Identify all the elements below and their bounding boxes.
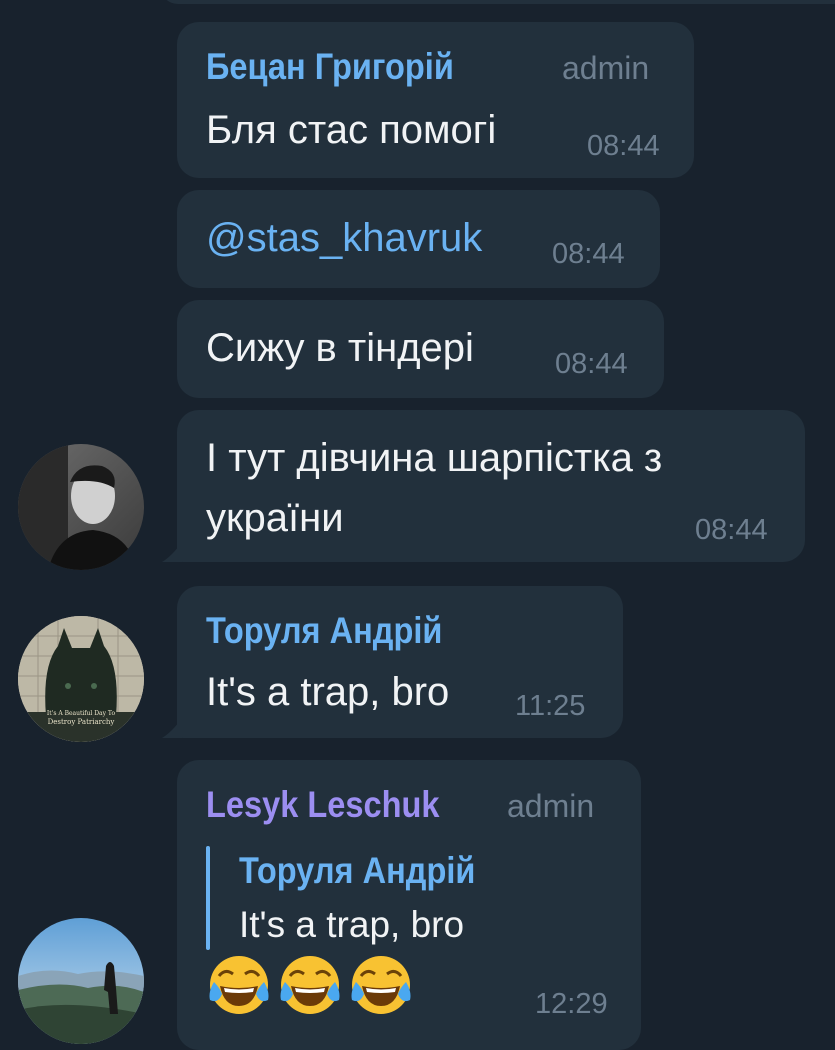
message-bubble[interactable]: Бецан Григорій admin Бля стас помогі 08:… <box>177 22 694 178</box>
message-time: 08:44 <box>587 130 660 162</box>
avatar-caption: It's A Beautiful Day To <box>46 710 116 717</box>
bubble-tail <box>162 542 182 562</box>
message-time: 11:25 <box>515 690 586 722</box>
sender-name[interactable]: Торуля Андрій <box>206 610 442 652</box>
message-bubble[interactable]: @stas_khavruk 08:44 <box>177 190 660 288</box>
reply-quote-bar <box>206 846 210 950</box>
reply-sender-name[interactable]: Торуля Андрій <box>239 850 475 892</box>
avatar[interactable] <box>18 918 144 1044</box>
message-bubble[interactable]: І тут дівчина шарпістка з україни 08:44 <box>177 410 805 562</box>
previous-message-bubble <box>160 0 835 4</box>
person-photo-icon <box>18 444 144 570</box>
bubble-tail <box>162 718 182 738</box>
message-time: 08:44 <box>555 348 628 380</box>
message-time: 12:29 <box>535 988 608 1020</box>
message-bubble[interactable]: Торуля Андрій It's a trap, bro 11:25 <box>177 586 623 738</box>
admin-badge: admin <box>562 50 650 86</box>
tears-of-joy-emoji-icon <box>280 956 340 1014</box>
mention-link[interactable]: @stas_khavruk <box>206 210 482 266</box>
avatar[interactable]: It's A Beautiful Day To Destroy Patriarc… <box>18 616 144 742</box>
message-bubble[interactable]: Сижу в тіндері 08:44 <box>177 300 664 398</box>
sender-name[interactable]: Lesyk Leschuk <box>206 784 439 826</box>
avatar[interactable] <box>18 444 144 570</box>
message-text: Сижу в тіндері <box>206 326 474 370</box>
message-text-line: І тут дівчина шарпістка з <box>206 436 663 480</box>
mountain-landscape-photo-icon <box>18 918 144 1044</box>
message-text-line: україни <box>206 496 344 540</box>
message-time: 08:44 <box>695 514 768 546</box>
message-bubble[interactable]: Lesyk Leschuk admin Торуля Андрій It's a… <box>177 760 641 1050</box>
reply-text[interactable]: It's a trap, bro <box>239 900 464 950</box>
tears-of-joy-emoji-icon <box>351 956 411 1014</box>
message-text: It's a trap, bro <box>206 670 450 714</box>
message-text: Бля стас помогі <box>206 108 497 152</box>
admin-badge: admin <box>507 788 595 824</box>
sender-name[interactable]: Бецан Григорій <box>206 46 454 88</box>
tears-of-joy-emoji-icon <box>209 956 269 1014</box>
message-time: 08:44 <box>552 238 625 270</box>
avatar-caption: Destroy Patriarchy <box>47 718 115 726</box>
